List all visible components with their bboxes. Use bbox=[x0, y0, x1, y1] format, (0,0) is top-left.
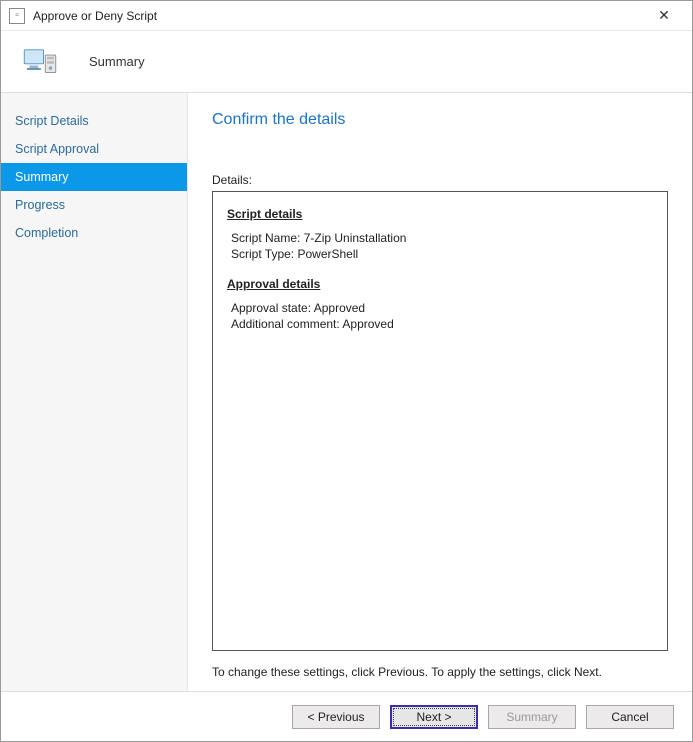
script-details-heading: Script details bbox=[227, 206, 653, 222]
title-bar: ▫ Approve or Deny Script ✕ bbox=[1, 1, 692, 31]
next-button[interactable]: Next > bbox=[390, 705, 478, 729]
close-icon: ✕ bbox=[658, 7, 670, 24]
additional-comment-value: Approved bbox=[342, 317, 393, 331]
main-panel: Confirm the details Details: Script deta… bbox=[188, 93, 692, 691]
approval-state-value: Approved bbox=[314, 301, 365, 315]
close-button[interactable]: ✕ bbox=[644, 2, 684, 30]
script-type-label: Script Type: bbox=[231, 247, 294, 261]
script-name-row: Script Name: 7-Zip Uninstallation bbox=[227, 230, 653, 246]
app-icon: ▫ bbox=[9, 8, 25, 24]
sidebar-item-script-details[interactable]: Script Details bbox=[1, 107, 187, 135]
details-box: Script details Script Name: 7-Zip Uninst… bbox=[212, 191, 668, 651]
page-heading: Confirm the details bbox=[212, 111, 668, 129]
wizard-footer: < Previous Next > Summary Cancel bbox=[1, 691, 692, 741]
content-area: Script Details Script Approval Summary P… bbox=[1, 93, 692, 691]
approval-state-row: Approval state: Approved bbox=[227, 300, 653, 316]
script-name-label: Script Name: bbox=[231, 231, 300, 245]
script-type-row: Script Type: PowerShell bbox=[227, 246, 653, 262]
header-banner: Summary bbox=[1, 31, 692, 93]
cancel-button[interactable]: Cancel bbox=[586, 705, 674, 729]
sidebar-item-completion[interactable]: Completion bbox=[1, 219, 187, 247]
approval-state-label: Approval state: bbox=[231, 301, 311, 315]
summary-button: Summary bbox=[488, 705, 576, 729]
additional-comment-label: Additional comment: bbox=[231, 317, 340, 331]
script-type-value: PowerShell bbox=[297, 247, 358, 261]
previous-button[interactable]: < Previous bbox=[292, 705, 380, 729]
details-label: Details: bbox=[212, 173, 668, 187]
sidebar-item-script-approval[interactable]: Script Approval bbox=[1, 135, 187, 163]
window-title: Approve or Deny Script bbox=[33, 9, 644, 23]
sidebar-item-progress[interactable]: Progress bbox=[1, 191, 187, 219]
sidebar-item-summary[interactable]: Summary bbox=[1, 163, 187, 191]
approval-details-heading: Approval details bbox=[227, 276, 653, 292]
wizard-sidebar: Script Details Script Approval Summary P… bbox=[1, 93, 188, 691]
hint-text: To change these settings, click Previous… bbox=[212, 665, 668, 679]
script-name-value: 7-Zip Uninstallation bbox=[304, 231, 407, 245]
section-script-details: Script details Script Name: 7-Zip Uninst… bbox=[227, 206, 653, 262]
section-approval-details: Approval details Approval state: Approve… bbox=[227, 276, 653, 332]
wizard-icon bbox=[19, 41, 61, 83]
banner-title: Summary bbox=[89, 54, 145, 69]
additional-comment-row: Additional comment: Approved bbox=[227, 316, 653, 332]
